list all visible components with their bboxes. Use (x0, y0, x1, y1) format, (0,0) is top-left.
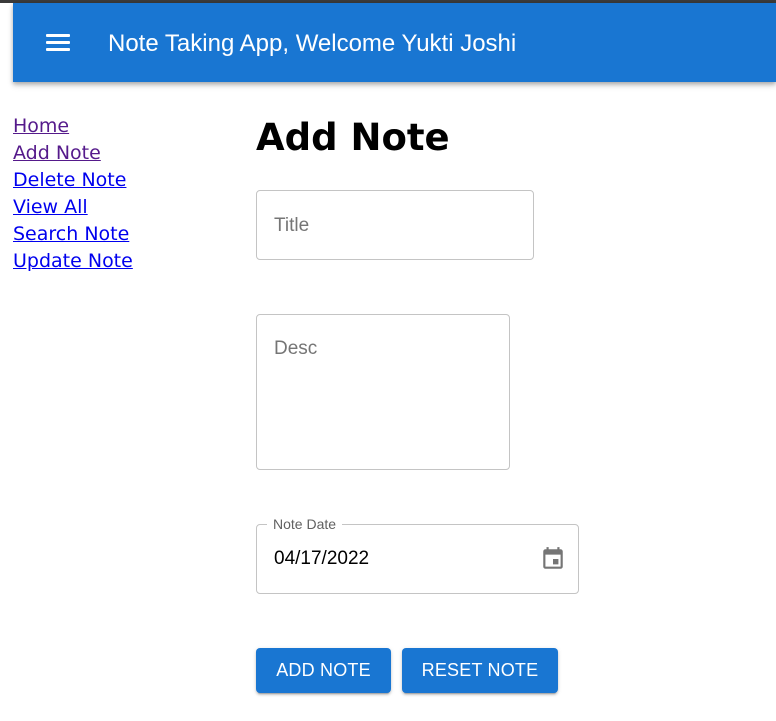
menu-icon[interactable] (46, 34, 70, 52)
title-field (256, 190, 534, 260)
add-note-button[interactable]: ADD NOTE (256, 648, 391, 693)
note-date-label: Note Date (267, 516, 343, 532)
desc-field (256, 314, 510, 470)
sidebar-item-search-note[interactable]: Search Note (13, 221, 213, 248)
note-date-input[interactable] (274, 547, 514, 571)
app-title: Note Taking App, Welcome Yukti Joshi (108, 30, 517, 57)
note-date-field: Note Date (256, 516, 579, 594)
desc-input[interactable] (274, 338, 494, 448)
sidebar-item-view-all[interactable]: View All (13, 194, 213, 221)
reset-note-button[interactable]: RESET NOTE (402, 648, 558, 693)
sidebar-item-delete-note[interactable]: Delete Note (13, 167, 213, 194)
sidebar-item-add-note[interactable]: Add Note (13, 140, 213, 167)
title-input[interactable] (274, 214, 514, 238)
sidebar-item-home[interactable]: Home (13, 113, 213, 140)
app-bar: Note Taking App, Welcome Yukti Joshi (13, 3, 776, 82)
sidebar-nav: Home Add Note Delete Note View All Searc… (13, 113, 213, 275)
calendar-icon[interactable] (540, 546, 566, 572)
page-title: Add Note (256, 116, 450, 159)
sidebar-item-update-note[interactable]: Update Note (13, 248, 213, 275)
